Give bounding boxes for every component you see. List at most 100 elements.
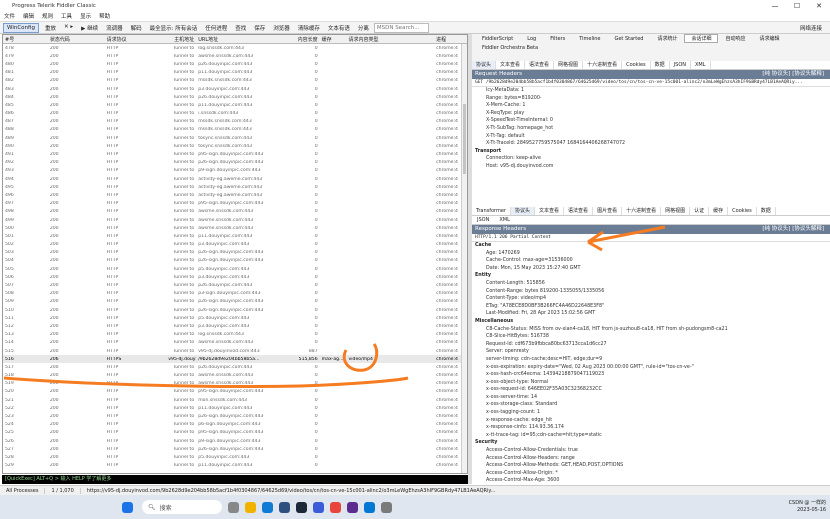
request-tab[interactable]: Cookies: [622, 61, 651, 69]
table-row[interactable]: 484 200 HTTP Tunnel to p26.douyinpic.com:443…: [3, 93, 467, 101]
table-row[interactable]: 481 200 HTTP Tunnel to p11.douyinpic.com:443…: [3, 69, 467, 77]
table-row[interactable]: 526 200 HTTP Tunnel to p9-sign.douyinpic.com…: [3, 437, 467, 445]
table-row[interactable]: 479 200 HTTP Tunnel to awsme.snssdk.com:443 0…: [3, 52, 467, 60]
response-tab[interactable]: 协议头: [511, 207, 536, 215]
taskbar-search[interactable]: 🔍︎ 搜索: [142, 500, 222, 514]
menu-item[interactable]: 工具: [61, 12, 72, 20]
toolbar-button[interactable]: 文本有语: [326, 23, 352, 33]
table-row[interactable]: 523 200 HTTP Tunnel to p26-sign.douyinpic.co…: [3, 412, 467, 420]
table-row[interactable]: 522 200 HTTP Tunnel to p11.douyinpic.com:443…: [3, 404, 467, 412]
scroll-thumb[interactable]: [463, 104, 466, 174]
table-row[interactable]: 495 200 HTTP Tunnel to activity-eg.aweme.com…: [3, 183, 467, 191]
table-row[interactable]: 487 200 HTTP Tunnel to mssdk.snssdk.com:443 0…: [3, 118, 467, 126]
table-row[interactable]: 524 200 HTTP Tunnel to p6-sign.douyinpic.com…: [3, 421, 467, 429]
request-tab[interactable]: 文本查看: [496, 61, 526, 69]
inspector-tab[interactable]: Timeline: [572, 34, 607, 43]
header-group[interactable]: Security: [475, 439, 830, 447]
table-row[interactable]: 503 200 HTTP Tunnel to p26-sign.douyinpic.co…: [3, 249, 467, 257]
toolbar-button[interactable]: 重放: [43, 23, 58, 33]
menu-item[interactable]: 显示: [80, 12, 91, 20]
table-row[interactable]: 517 200 HTTP Tunnel to p26.douyinpic.com:443…: [3, 363, 467, 371]
inspector-tab[interactable]: FiddlerScript: [475, 34, 520, 43]
toolbar-button[interactable]: 流调器: [104, 23, 125, 33]
toolbar-button[interactable]: 查找: [233, 23, 248, 33]
table-row[interactable]: 529 200 HTTP Tunnel to p11.douyinpic.com:443…: [3, 462, 467, 470]
response-tab[interactable]: 数据: [757, 207, 776, 215]
header-group[interactable]: Transport: [475, 148, 830, 156]
column-header[interactable]: 请求协议: [105, 36, 167, 43]
header-group[interactable]: Entity: [475, 272, 830, 280]
menu-item[interactable]: 帮助: [99, 12, 110, 20]
edge-icon[interactable]: [262, 501, 273, 513]
inspector-tab[interactable]: 会话详细: [684, 34, 719, 43]
vscode-icon[interactable]: [364, 501, 375, 513]
column-header[interactable]: 主机地址: [166, 36, 196, 43]
table-row[interactable]: 486 200 HTTP Tunnel to i.snssdk.com:443 0 chro…: [3, 110, 467, 118]
column-header[interactable]: 缓存: [320, 36, 347, 43]
toolbar-button[interactable]: 任何进程: [203, 23, 229, 33]
toolbar-button[interactable]: 保存: [252, 23, 267, 33]
column-header[interactable]: #号: [3, 36, 48, 43]
table-row[interactable]: 493 200 HTTP Tunnel to p9-sign.douyinpic.com…: [3, 167, 467, 175]
table-row[interactable]: 482 200 HTTP Tunnel to mssdk.snssdk.com:443 0…: [3, 77, 467, 85]
table-row[interactable]: 499 200 HTTP Tunnel to awsme.snssdk.com:443 0…: [3, 216, 467, 224]
response-headers-links[interactable]: [纯 协议头] [协议头解释]: [762, 225, 830, 234]
request-tab[interactable]: 协议头: [472, 61, 497, 69]
response-tab[interactable]: XML: [494, 216, 515, 224]
table-row[interactable]: 519 200 HTTP Tunnel to awsme.snssdk.com:443 0…: [3, 380, 467, 388]
response-tab[interactable]: 十六进制查看: [622, 207, 662, 215]
inspector-tab[interactable]: 请求统计: [650, 34, 684, 43]
response-tab[interactable]: JSON: [472, 216, 494, 224]
table-row[interactable]: 507 200 HTTP Tunnel to p26.douyinpic.com:443…: [3, 281, 467, 289]
table-row[interactable]: 501 200 HTTP Tunnel to p11.douyinpic.com:443…: [3, 232, 467, 240]
toolbar-button[interactable]: ▶ 继续: [79, 23, 100, 33]
table-row[interactable]: 521 200 HTTP Tunnel to mon.snssdk.com:443 0 ch…: [3, 396, 467, 404]
vs-icon[interactable]: [347, 501, 358, 513]
table-row[interactable]: 491 200 HTTP Tunnel to p95-sign.douyinpic.co…: [3, 150, 467, 158]
menu-item[interactable]: 规则: [42, 12, 53, 20]
response-tab[interactable]: 网格视图: [661, 207, 691, 215]
table-row[interactable]: 518 200 HTTP Tunnel to awsme.snssdk.com:443 0…: [3, 372, 467, 380]
maximize-button[interactable]: ☐: [786, 2, 808, 10]
column-header[interactable]: URL地址: [196, 36, 290, 43]
table-row[interactable]: 478 200 HTTP Tunnel to log.snssdk.com:443 0 ch…: [3, 44, 467, 52]
table-row[interactable]: 489 200 HTTP Tunnel to tosync.snssdk.com:443…: [3, 134, 467, 142]
inspector-tab[interactable]: Fiddler Orchestra Beta: [475, 43, 545, 52]
table-row[interactable]: 528 200 HTTP Tunnel to p5.douyinpic.com:443 0…: [3, 453, 467, 461]
request-tab[interactable]: JSON: [670, 61, 691, 69]
fiddler-icon[interactable]: [381, 501, 392, 513]
table-row[interactable]: 509 200 HTTP Tunnel to p26-sign.douyinpic.co…: [3, 298, 467, 306]
file-explorer-icon[interactable]: [245, 501, 256, 513]
steam-icon[interactable]: [296, 501, 307, 513]
toolbar-button[interactable]: 清除缓存: [296, 23, 322, 33]
inspector-tab[interactable]: 自动响应: [718, 34, 752, 43]
table-row[interactable]: 502 200 HTTP Tunnel to p3.douyinpic.com:443 0…: [3, 241, 467, 249]
toolbar-button[interactable]: 最全显示: 所有会话: [148, 23, 200, 33]
header-group[interactable]: Miscellaneous: [475, 318, 830, 326]
table-row[interactable]: 504 200 HTTP Tunnel to p26-sign.douyinpic.co…: [3, 257, 467, 265]
table-row[interactable]: 485 200 HTTP Tunnel to p11.douyinpic.com:443…: [3, 101, 467, 109]
table-row[interactable]: 512 200 HTTP Tunnel to p3.douyinpic.com:443 0…: [3, 322, 467, 330]
quickexec-bar[interactable]: [QuickExec] ALT+Q > 输入 HELP 学了解更多: [2, 475, 468, 484]
table-row[interactable]: 500 200 HTTP Tunnel to awsme.snssdk.com:443 0…: [3, 224, 467, 232]
table-row[interactable]: 505 200 HTTP Tunnel to p5.douyinpic.com:443 0…: [3, 265, 467, 273]
menu-item[interactable]: 文件: [4, 12, 15, 20]
table-row[interactable]: 497 200 HTTP Tunnel to p95-sign.douyinpic.co…: [3, 200, 467, 208]
table-row[interactable]: 516 206 HTTPS v95-dj.douyinvod.com/9b2628d9…: [3, 355, 467, 364]
request-tab[interactable]: 网格视图: [554, 61, 584, 69]
windows-start-icon[interactable]: [122, 501, 133, 513]
toolbar-button[interactable]: 解码: [129, 23, 144, 33]
table-row[interactable]: 490 200 HTTP Tunnel to tosync.snssdk.com:443…: [3, 142, 467, 150]
table-row[interactable]: 515 200 HTTP Tunnel to v95-dj.douyinvod.com:…: [3, 347, 467, 355]
response-tab[interactable]: 缓存: [709, 207, 729, 215]
sessions-scrollbar[interactable]: [461, 44, 467, 473]
header-group[interactable]: Cache: [475, 242, 830, 250]
table-row[interactable]: 488 200 HTTP Tunnel to mssdk.snssdk.com:443 0…: [3, 126, 467, 134]
store-icon[interactable]: [279, 501, 290, 513]
chrome-icon[interactable]: [330, 501, 341, 513]
toolbar-button[interactable]: 浏览器: [271, 23, 292, 33]
close-button[interactable]: ✕: [808, 2, 830, 10]
toolbar-button[interactable]: 分离: [356, 23, 371, 33]
request-tab[interactable]: XML: [691, 61, 711, 69]
table-row[interactable]: 513 200 HTTP Tunnel to log.snssdk.com:443 0 ch…: [3, 331, 467, 339]
